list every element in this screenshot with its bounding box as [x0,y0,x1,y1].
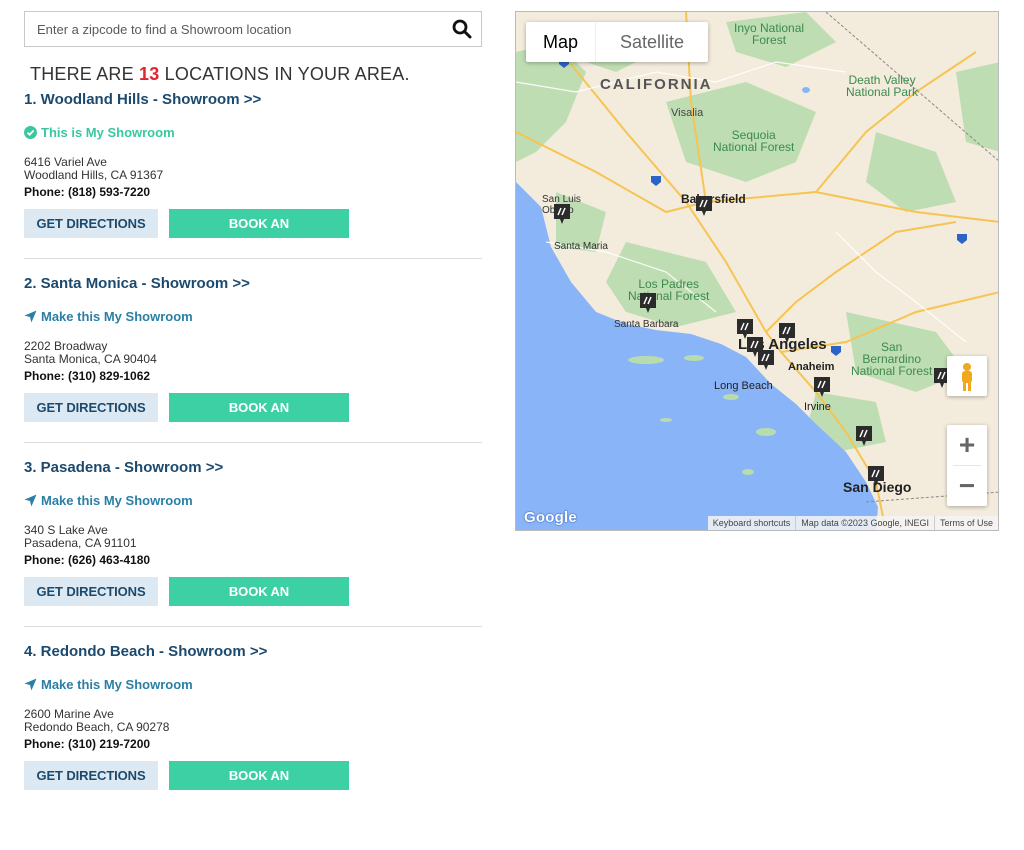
terms-of-use-link[interactable]: Terms of Use [933,516,998,530]
my-showroom-label: This is My Showroom [41,124,175,140]
book-appointment-button[interactable]: BOOK AN APPOINTMENT [169,761,349,812]
map-label-anaheim: Anaheim [788,361,835,373]
make-my-showroom-label: Make this My Showroom [41,492,193,508]
zipcode-search-box [24,11,482,47]
check-circle-icon [24,125,37,139]
book-appointment-button[interactable]: BOOK AN APPOINTMENT [169,577,349,628]
location-phone: Phone: (626) 463-4180 [24,553,151,567]
address-line2: Santa Monica, CA 90404 [24,352,157,366]
showroom-marker[interactable] [640,293,656,313]
location-arrow-icon [24,678,37,691]
make-my-showroom-link[interactable]: Make this My Showroom [24,676,482,692]
map-label-santa-barbara: Santa Barbara [614,319,679,330]
get-directions-button[interactable]: GET DIRECTIONS [24,209,158,238]
showroom-marker[interactable] [814,377,830,397]
address-line2: Pasadena, CA 91101 [24,536,137,550]
keyboard-shortcuts-link[interactable]: Keyboard shortcuts [708,516,796,530]
book-appointment-button[interactable]: BOOK AN APPOINTMENT [169,393,349,444]
showroom-marker[interactable] [758,350,774,370]
highway-shield-icon [650,174,662,192]
showroom-marker[interactable] [696,196,712,216]
location-title-link[interactable]: 4. Redondo Beach - Showroom >> [24,643,482,660]
location-item: 4. Redondo Beach - Showroom >> Make this… [24,643,482,812]
results-prefix: THERE ARE [30,64,134,84]
map-label-inyo: Inyo National Forest [734,21,805,47]
showroom-marker[interactable] [554,204,570,224]
showroom-marker[interactable] [856,426,872,446]
location-phone: Phone: (310) 829-1062 [24,369,151,383]
location-item: 2. Santa Monica - Showroom >> Make this … [24,275,482,444]
showroom-marker[interactable] [868,466,884,486]
location-address: 6416 Variel Ave Woodland Hills, CA 91367 [24,156,482,182]
get-directions-button[interactable]: GET DIRECTIONS [24,393,158,422]
get-directions-button[interactable]: GET DIRECTIONS [24,577,158,606]
showroom-marker[interactable] [737,319,753,339]
location-actions: GET DIRECTIONS BOOK AN APPOINTMENT [24,577,482,628]
zoom-out-button[interactable]: − [947,466,987,506]
map-data-attribution: Map data ©2023 Google, INEGI [795,516,934,530]
search-icon[interactable] [451,18,475,42]
locator-panel: THERE ARE 13 LOCATIONS IN YOUR AREA. 1. … [24,11,482,812]
google-logo-text: Google [524,509,577,526]
map-label-san-bernardino: San Bernardino National Forest [851,340,933,378]
make-my-showroom-label: Make this My Showroom [41,308,193,324]
results-count-heading: THERE ARE 13 LOCATIONS IN YOUR AREA. [30,64,482,85]
make-my-showroom-link[interactable]: Make this My Showroom [24,492,482,508]
results-count: 13 [139,64,160,84]
location-title-link[interactable]: 1. Woodland Hills - Showroom >> [24,91,482,108]
street-view-pegman-icon[interactable] [947,356,987,396]
address-line2: Woodland Hills, CA 91367 [24,168,164,182]
map-label-santa-maria: Santa Maria [554,241,608,252]
book-appointment-button[interactable]: BOOK AN APPOINTMENT [169,209,349,260]
showroom-marker[interactable] [779,323,795,343]
address-line2: Redondo Beach, CA 90278 [24,720,170,734]
map-label-visalia: Visalia [671,107,704,119]
google-logo[interactable]: Google [524,509,577,526]
map-type-map-button[interactable]: Map [526,22,595,62]
map-type-satellite-button[interactable]: Satellite [595,22,708,62]
highway-shield-icon [956,232,968,250]
location-actions: GET DIRECTIONS BOOK AN APPOINTMENT [24,209,482,260]
zoom-control: + − [947,425,987,506]
map-type-control: Map Satellite [526,22,709,62]
map-label-death-valley: Death Valley National Park [846,73,919,99]
map-canvas [516,12,998,530]
location-item: 1. Woodland Hills - Showroom >> This is … [24,91,482,260]
make-my-showroom-label: Make this My Showroom [41,676,193,692]
zoom-in-button[interactable]: + [947,425,987,465]
location-actions: GET DIRECTIONS BOOK AN APPOINTMENT [24,761,482,812]
map-label-california: CALIFORNIA [600,76,713,93]
map-label-long-beach: Long Beach [714,380,773,392]
location-title-link[interactable]: 2. Santa Monica - Showroom >> [24,275,482,292]
showroom-map[interactable]: CALIFORNIA Inyo National Forest Death Va… [515,11,999,531]
map-label-irvine: Irvine [804,401,831,413]
highway-shield-icon [830,344,842,362]
map-footer: Keyboard shortcuts Map data ©2023 Google… [707,516,998,530]
location-actions: GET DIRECTIONS BOOK AN APPOINTMENT [24,393,482,444]
location-arrow-icon [24,494,37,507]
location-address: 2202 Broadway Santa Monica, CA 90404 [24,340,482,366]
location-address: 2600 Marine Ave Redondo Beach, CA 90278 [24,708,482,734]
map-label-bakersfield: Bakersfield [681,192,746,206]
results-suffix: LOCATIONS IN YOUR AREA. [164,64,410,84]
location-phone: Phone: (310) 219-7200 [24,737,151,751]
location-item: 3. Pasadena - Showroom >> Make this My S… [24,459,482,628]
zipcode-search-input[interactable] [35,12,455,46]
location-address: 340 S Lake Ave Pasadena, CA 91101 [24,524,482,550]
get-directions-button[interactable]: GET DIRECTIONS [24,761,158,790]
location-arrow-icon [24,310,37,323]
make-my-showroom-link[interactable]: Make this My Showroom [24,308,482,324]
location-phone: Phone: (818) 593-7220 [24,185,151,199]
my-showroom-status: This is My Showroom [24,124,482,140]
location-title-link[interactable]: 3. Pasadena - Showroom >> [24,459,482,476]
map-label-sequoia: Sequoia National Forest [713,128,795,154]
